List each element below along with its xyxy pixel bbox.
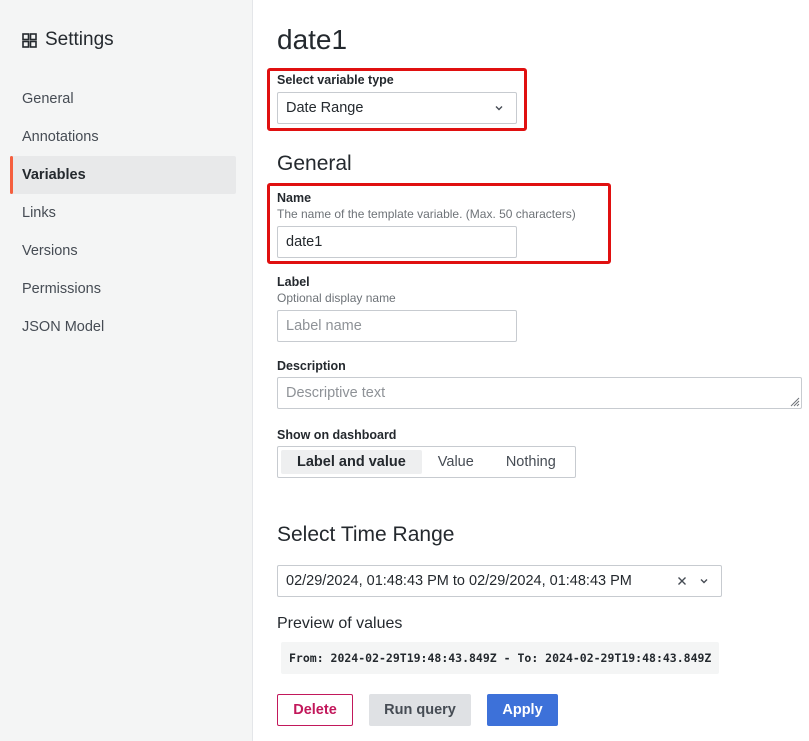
sidebar-item-general[interactable]: General: [10, 80, 236, 118]
sidebar-item-permissions[interactable]: Permissions: [10, 270, 236, 308]
chevron-down-icon: [700, 579, 708, 584]
time-range-value: 02/29/2024, 01:48:43 PM to 02/29/2024, 0…: [286, 573, 632, 589]
name-label: Name: [277, 191, 312, 205]
sidebar-item-versions[interactable]: Versions: [10, 232, 236, 270]
description-textarea[interactable]: Descriptive text: [277, 377, 802, 409]
label-description: Optional display name: [277, 291, 396, 305]
variable-type-label: Select variable type: [277, 73, 394, 87]
name-input-value: date1: [286, 234, 323, 250]
delete-button[interactable]: Delete: [277, 694, 353, 726]
show-on-dashboard-radio-group: Label and value Value Nothing: [277, 446, 576, 478]
description-placeholder: Descriptive text: [286, 385, 386, 401]
sidebar-item-annotations[interactable]: Annotations: [10, 118, 236, 156]
label-input[interactable]: Label name: [277, 310, 517, 342]
settings-nav: General Annotations Variables Links Vers…: [10, 80, 236, 346]
sidebar-header: Settings: [22, 29, 114, 51]
chevron-down-icon: [495, 106, 503, 111]
label-field-header: Label Optional display name: [277, 275, 396, 305]
apply-button[interactable]: Apply: [487, 694, 558, 726]
name-field-header: Name The name of the template variable. …: [277, 191, 576, 221]
preview-values: From: 2024-02-29T19:48:43.849Z - To: 202…: [281, 642, 720, 674]
page-title: date1: [277, 24, 348, 55]
variable-type-value: Date Range: [286, 100, 364, 116]
dashboard-grid-icon: [22, 32, 37, 48]
name-description: The name of the template variable. (Max.…: [277, 207, 576, 221]
time-range-heading: Select Time Range: [277, 523, 455, 546]
sidebar-item-variables[interactable]: Variables: [10, 156, 236, 194]
preview-heading: Preview of values: [277, 615, 403, 632]
variable-type-select[interactable]: Date Range: [277, 92, 517, 124]
name-input[interactable]: date1: [277, 226, 517, 258]
label-label: Label: [277, 275, 310, 289]
sidebar-item-json-model[interactable]: JSON Model: [10, 308, 236, 346]
option-nothing[interactable]: Nothing: [490, 450, 572, 474]
sidebar-title: Settings: [45, 29, 114, 50]
run-query-button[interactable]: Run query: [369, 694, 471, 726]
label-input-placeholder: Label name: [286, 318, 362, 334]
time-range-picker[interactable]: 02/29/2024, 01:48:43 PM to 02/29/2024, 0…: [277, 565, 722, 597]
option-label-and-value[interactable]: Label and value: [281, 450, 422, 474]
sidebar-item-links[interactable]: Links: [10, 194, 236, 232]
general-heading: General: [277, 152, 352, 175]
settings-sidebar: Settings General Annotations Variables L…: [0, 0, 253, 741]
clear-icon[interactable]: [677, 576, 687, 586]
description-label: Description: [277, 359, 346, 373]
resize-handle-icon[interactable]: [788, 395, 800, 407]
show-on-dashboard-label: Show on dashboard: [277, 428, 397, 442]
option-value[interactable]: Value: [422, 450, 490, 474]
